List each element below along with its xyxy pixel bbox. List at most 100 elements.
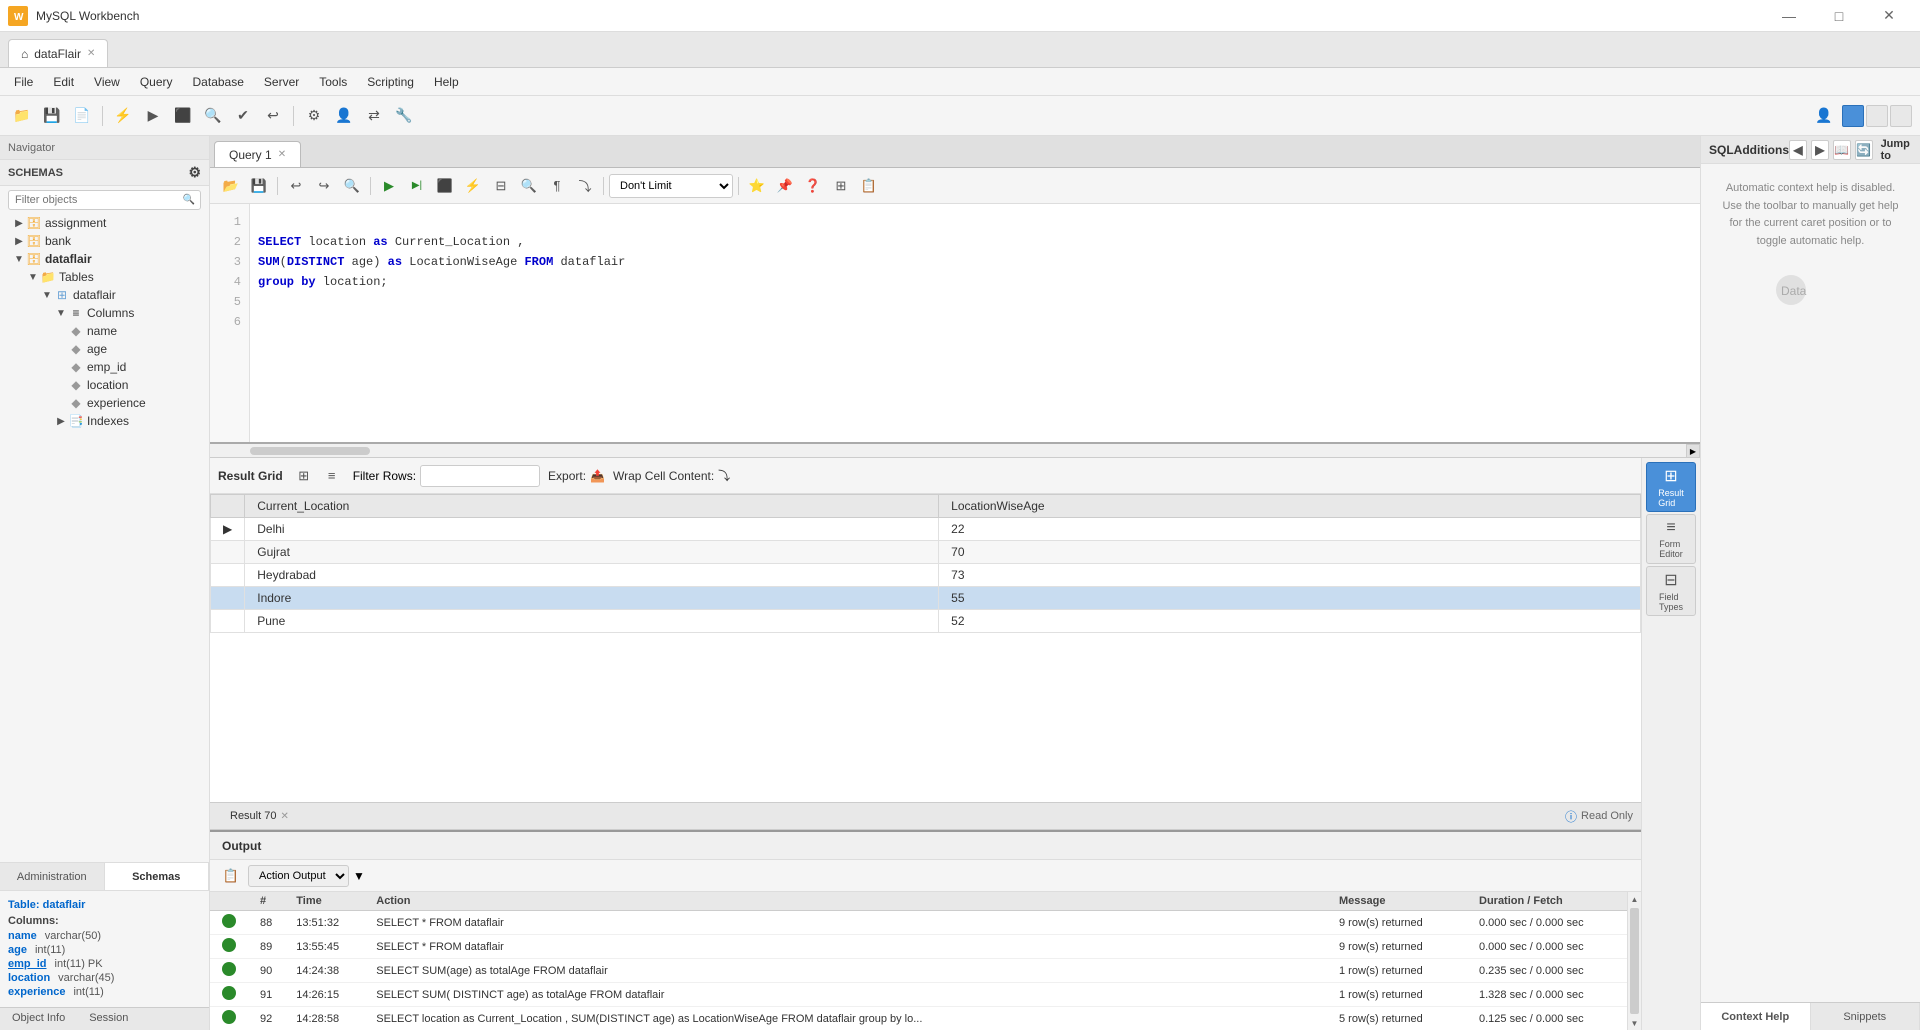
profile-btn[interactable]: 👤: [1810, 102, 1838, 130]
output-row[interactable]: 89 13:55:45 SELECT * FROM dataflair 9 ro…: [210, 935, 1627, 959]
find-btn[interactable]: 🔍: [516, 173, 542, 199]
table-row[interactable]: Gujrat 70: [211, 541, 1641, 564]
output-row[interactable]: 90 14:24:38 SELECT SUM(age) as totalAge …: [210, 959, 1627, 983]
table-dataflair[interactable]: ▼ ⊞ dataflair: [0, 286, 209, 304]
save-btn[interactable]: 💾: [38, 102, 66, 130]
form-view-btn[interactable]: ≡: [319, 463, 345, 489]
commit-btn[interactable]: ✔: [229, 102, 257, 130]
results-table-wrap[interactable]: Current_Location LocationWiseAge ▶ Delhi…: [210, 494, 1641, 802]
menu-tools[interactable]: Tools: [309, 70, 357, 94]
cell-location[interactable]: Indore: [245, 587, 939, 610]
table-row[interactable]: ▶ Delhi 22: [211, 518, 1641, 541]
filter-rows-input[interactable]: [420, 465, 540, 487]
cell-location[interactable]: Pune: [245, 610, 939, 633]
close-button[interactable]: ✕: [1866, 0, 1912, 32]
cell-age[interactable]: 22: [939, 518, 1641, 541]
favorites-btn[interactable]: ⭐: [744, 173, 770, 199]
result-grid-btn[interactable]: ⊞ ResultGrid: [1646, 462, 1696, 512]
output-row[interactable]: 88 13:51:32 SELECT * FROM dataflair 9 ro…: [210, 911, 1627, 935]
execute-all-btn[interactable]: ▶: [376, 173, 402, 199]
wrap-cell-btn[interactable]: Wrap Cell Content: ⤵: [613, 467, 730, 484]
scroll-thumb[interactable]: [1630, 908, 1639, 1014]
menu-server[interactable]: Server: [254, 70, 309, 94]
schema-assignment[interactable]: ▶ 🗄 assignment: [0, 214, 209, 232]
columns-folder[interactable]: ▼ ≡ Columns: [0, 304, 209, 322]
scroll-right-btn[interactable]: ▶: [1686, 444, 1700, 458]
cell-age[interactable]: 55: [939, 587, 1641, 610]
menu-scripting[interactable]: Scripting: [357, 70, 424, 94]
save-script-btn[interactable]: 📄: [68, 102, 96, 130]
table-row[interactable]: Heydrabad 73: [211, 564, 1641, 587]
cell-age[interactable]: 73: [939, 564, 1641, 587]
minimize-button[interactable]: —: [1766, 0, 1812, 32]
table-row[interactable]: Indore 55: [211, 587, 1641, 610]
explain-btn[interactable]: 🔍: [199, 102, 227, 130]
col-location-header[interactable]: Current_Location: [245, 495, 939, 518]
export-btn[interactable]: Export: 📤: [548, 469, 605, 483]
tab-dataflair[interactable]: ⌂ dataFlair ✕: [8, 39, 108, 67]
layout-3-btn[interactable]: [1890, 105, 1912, 127]
maximize-button[interactable]: □: [1816, 0, 1862, 32]
search-replace-btn[interactable]: 🔍: [339, 173, 365, 199]
explain-btn[interactable]: ⚡: [460, 173, 486, 199]
word-wrap-btn[interactable]: ⤵: [572, 173, 598, 199]
tab-session[interactable]: Session: [77, 1008, 140, 1028]
menu-edit[interactable]: Edit: [43, 70, 84, 94]
open-file-btn[interactable]: 📂: [218, 173, 244, 199]
scroll-up-btn[interactable]: ▲: [1628, 892, 1641, 906]
action-output-select[interactable]: Action Output: [248, 865, 349, 887]
output-table-wrap[interactable]: # Time Action Message Duration / Fetch: [210, 892, 1627, 1030]
output-scrollbar[interactable]: ▲ ▼: [1627, 892, 1641, 1030]
field-types-btn[interactable]: ⊟ FieldTypes: [1646, 566, 1696, 616]
refresh-btn[interactable]: ⚡: [109, 102, 137, 130]
col-empid[interactable]: ◆ emp_id: [0, 358, 209, 376]
editor-scrollbar[interactable]: ▶: [210, 444, 1700, 458]
limit-select[interactable]: Don't Limit Limit to 1000 rows: [609, 174, 733, 198]
stop-execute-btn[interactable]: ⬛: [432, 173, 458, 199]
users-btn[interactable]: 👤: [330, 102, 358, 130]
copy-output-btn[interactable]: 📋: [218, 863, 244, 889]
menu-help[interactable]: Help: [424, 70, 469, 94]
redo-btn[interactable]: ↪: [311, 173, 337, 199]
query-tab-1[interactable]: Query 1 ✕: [214, 141, 301, 167]
col-name[interactable]: ◆ name: [0, 322, 209, 340]
snippets-tab[interactable]: Snippets: [1811, 1003, 1920, 1030]
menu-database[interactable]: Database: [183, 70, 254, 94]
hscroll-thumb[interactable]: [250, 447, 370, 455]
col-age[interactable]: ◆ age: [0, 340, 209, 358]
properties-btn[interactable]: ⊞: [828, 173, 854, 199]
cell-location[interactable]: Delhi: [245, 518, 939, 541]
cell-location[interactable]: Heydrabad: [245, 564, 939, 587]
grid-view-btn[interactable]: ⊞: [291, 463, 317, 489]
cell-age[interactable]: 52: [939, 610, 1641, 633]
save-file-btn[interactable]: 💾: [246, 173, 272, 199]
manual-help-btn[interactable]: 📖: [1833, 140, 1851, 160]
context-help-tab[interactable]: Context Help: [1701, 1003, 1811, 1030]
layout-1-btn[interactable]: [1842, 105, 1864, 127]
execute-btn[interactable]: ▶: [139, 102, 167, 130]
tables-folder[interactable]: ▼ 📁 Tables: [0, 268, 209, 286]
cell-age[interactable]: 70: [939, 541, 1641, 564]
nav-back-btn[interactable]: ◀: [1789, 140, 1807, 160]
schema-dataflair[interactable]: ▼ 🗄 dataflair: [0, 250, 209, 268]
cell-location[interactable]: Gujrat: [245, 541, 939, 564]
open-folder-btn[interactable]: 📁: [8, 102, 36, 130]
stop-btn[interactable]: ⬛: [169, 102, 197, 130]
undo-btn[interactable]: ↩: [283, 173, 309, 199]
tab-administration[interactable]: Administration: [0, 863, 105, 890]
migration-btn[interactable]: ⇄: [360, 102, 388, 130]
indexes-folder[interactable]: ▶ 📑 Indexes: [0, 412, 209, 430]
snippets-btn[interactable]: 📌: [772, 173, 798, 199]
output-row[interactable]: 91 14:26:15 SELECT SUM( DISTINCT age) as…: [210, 983, 1627, 1007]
nav-forward-btn[interactable]: ▶: [1811, 140, 1829, 160]
col-experience[interactable]: ◆ experience: [0, 394, 209, 412]
menu-file[interactable]: File: [4, 70, 43, 94]
rollback-btn[interactable]: ↩: [259, 102, 287, 130]
result-tab-close-icon[interactable]: ✕: [280, 811, 288, 822]
tab-object-info[interactable]: Object Info: [0, 1008, 77, 1028]
sql-code-area[interactable]: SELECT location as Current_Location , SU…: [250, 204, 1700, 442]
menu-query[interactable]: Query: [130, 70, 183, 94]
query-tab-close[interactable]: ✕: [278, 149, 286, 160]
mysql-instance-btn[interactable]: 🔧: [390, 102, 418, 130]
tab-close-icon[interactable]: ✕: [87, 48, 95, 59]
